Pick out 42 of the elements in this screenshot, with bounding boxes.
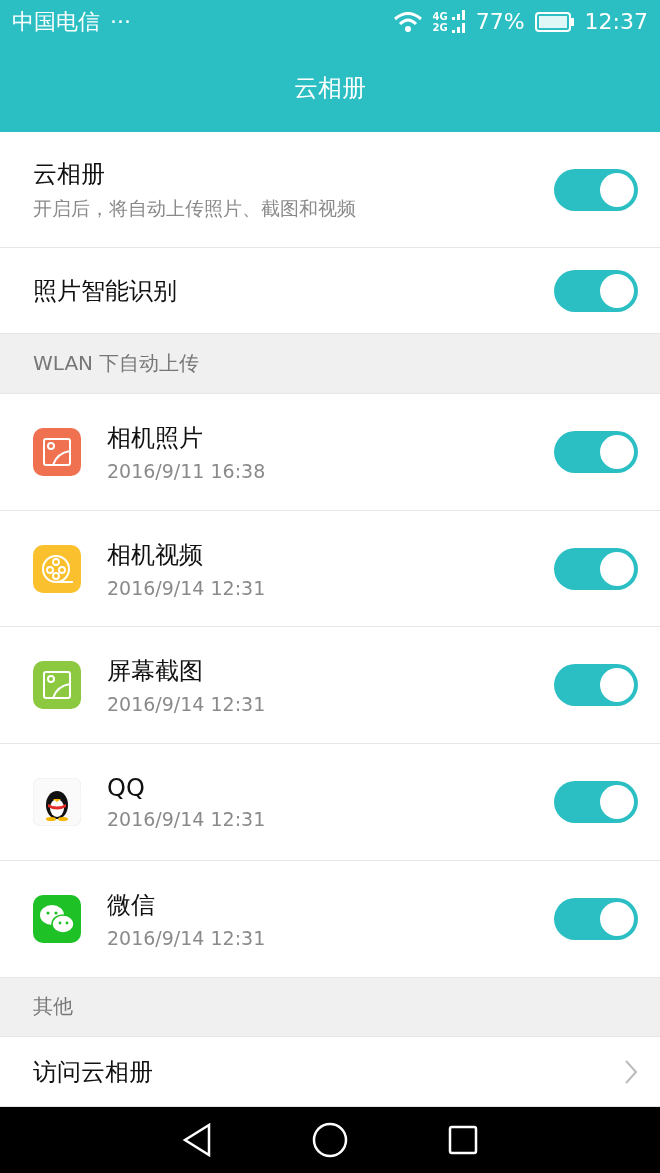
toggle-switch[interactable] xyxy=(554,168,638,211)
wifi-icon xyxy=(392,10,423,33)
source-label: 屏幕截图 xyxy=(107,656,204,688)
penguin-icon xyxy=(33,777,81,826)
film-reel-icon xyxy=(33,544,81,593)
upload-date: 2016/9/14 12:31 xyxy=(107,926,267,949)
signal-icon xyxy=(451,9,466,34)
link-label: 访问云相册 xyxy=(33,1056,154,1088)
source-label: 微信 xyxy=(107,889,156,921)
upload-date: 2016/9/14 12:31 xyxy=(107,807,267,830)
clock-time: 12:37 xyxy=(584,9,648,35)
toggle-switch[interactable] xyxy=(554,547,638,590)
back-icon[interactable] xyxy=(182,1123,212,1158)
network-type: 2G xyxy=(432,21,448,33)
upload-date: 2016/9/11 16:38 xyxy=(107,459,267,482)
source-label: 相机照片 xyxy=(107,422,204,454)
toggle-switch[interactable] xyxy=(554,780,638,823)
home-icon[interactable] xyxy=(312,1122,348,1159)
toggle-switch[interactable] xyxy=(554,430,638,473)
setting-label: 云相册 xyxy=(33,158,106,190)
image-icon xyxy=(33,661,81,710)
setting-description: 开启后，将自动上传照片、截图和视频 xyxy=(33,195,357,221)
carrier-name: 中国电信 xyxy=(12,7,100,36)
more-indicator: ··· xyxy=(110,9,131,35)
network-type: 4G xyxy=(432,10,448,22)
chat-bubbles-icon xyxy=(33,894,81,943)
section-title: WLAN 下自动上传 xyxy=(33,350,200,378)
battery-icon xyxy=(534,11,575,32)
upload-date: 2016/9/14 12:31 xyxy=(107,576,267,599)
chevron-right-icon xyxy=(624,1058,638,1085)
source-label: QQ xyxy=(107,773,146,802)
page-title: 云相册 xyxy=(294,72,366,104)
toggle-switch[interactable] xyxy=(554,269,638,312)
image-icon xyxy=(33,427,81,476)
recent-apps-icon[interactable] xyxy=(448,1125,478,1156)
section-title: 其他 xyxy=(33,993,73,1021)
toggle-switch[interactable] xyxy=(554,664,638,707)
upload-date: 2016/9/14 12:31 xyxy=(107,693,267,716)
setting-label: 照片智能识别 xyxy=(33,275,178,307)
toggle-switch[interactable] xyxy=(554,897,638,940)
battery-percent: 77% xyxy=(475,9,525,35)
source-label: 相机视频 xyxy=(107,539,204,571)
